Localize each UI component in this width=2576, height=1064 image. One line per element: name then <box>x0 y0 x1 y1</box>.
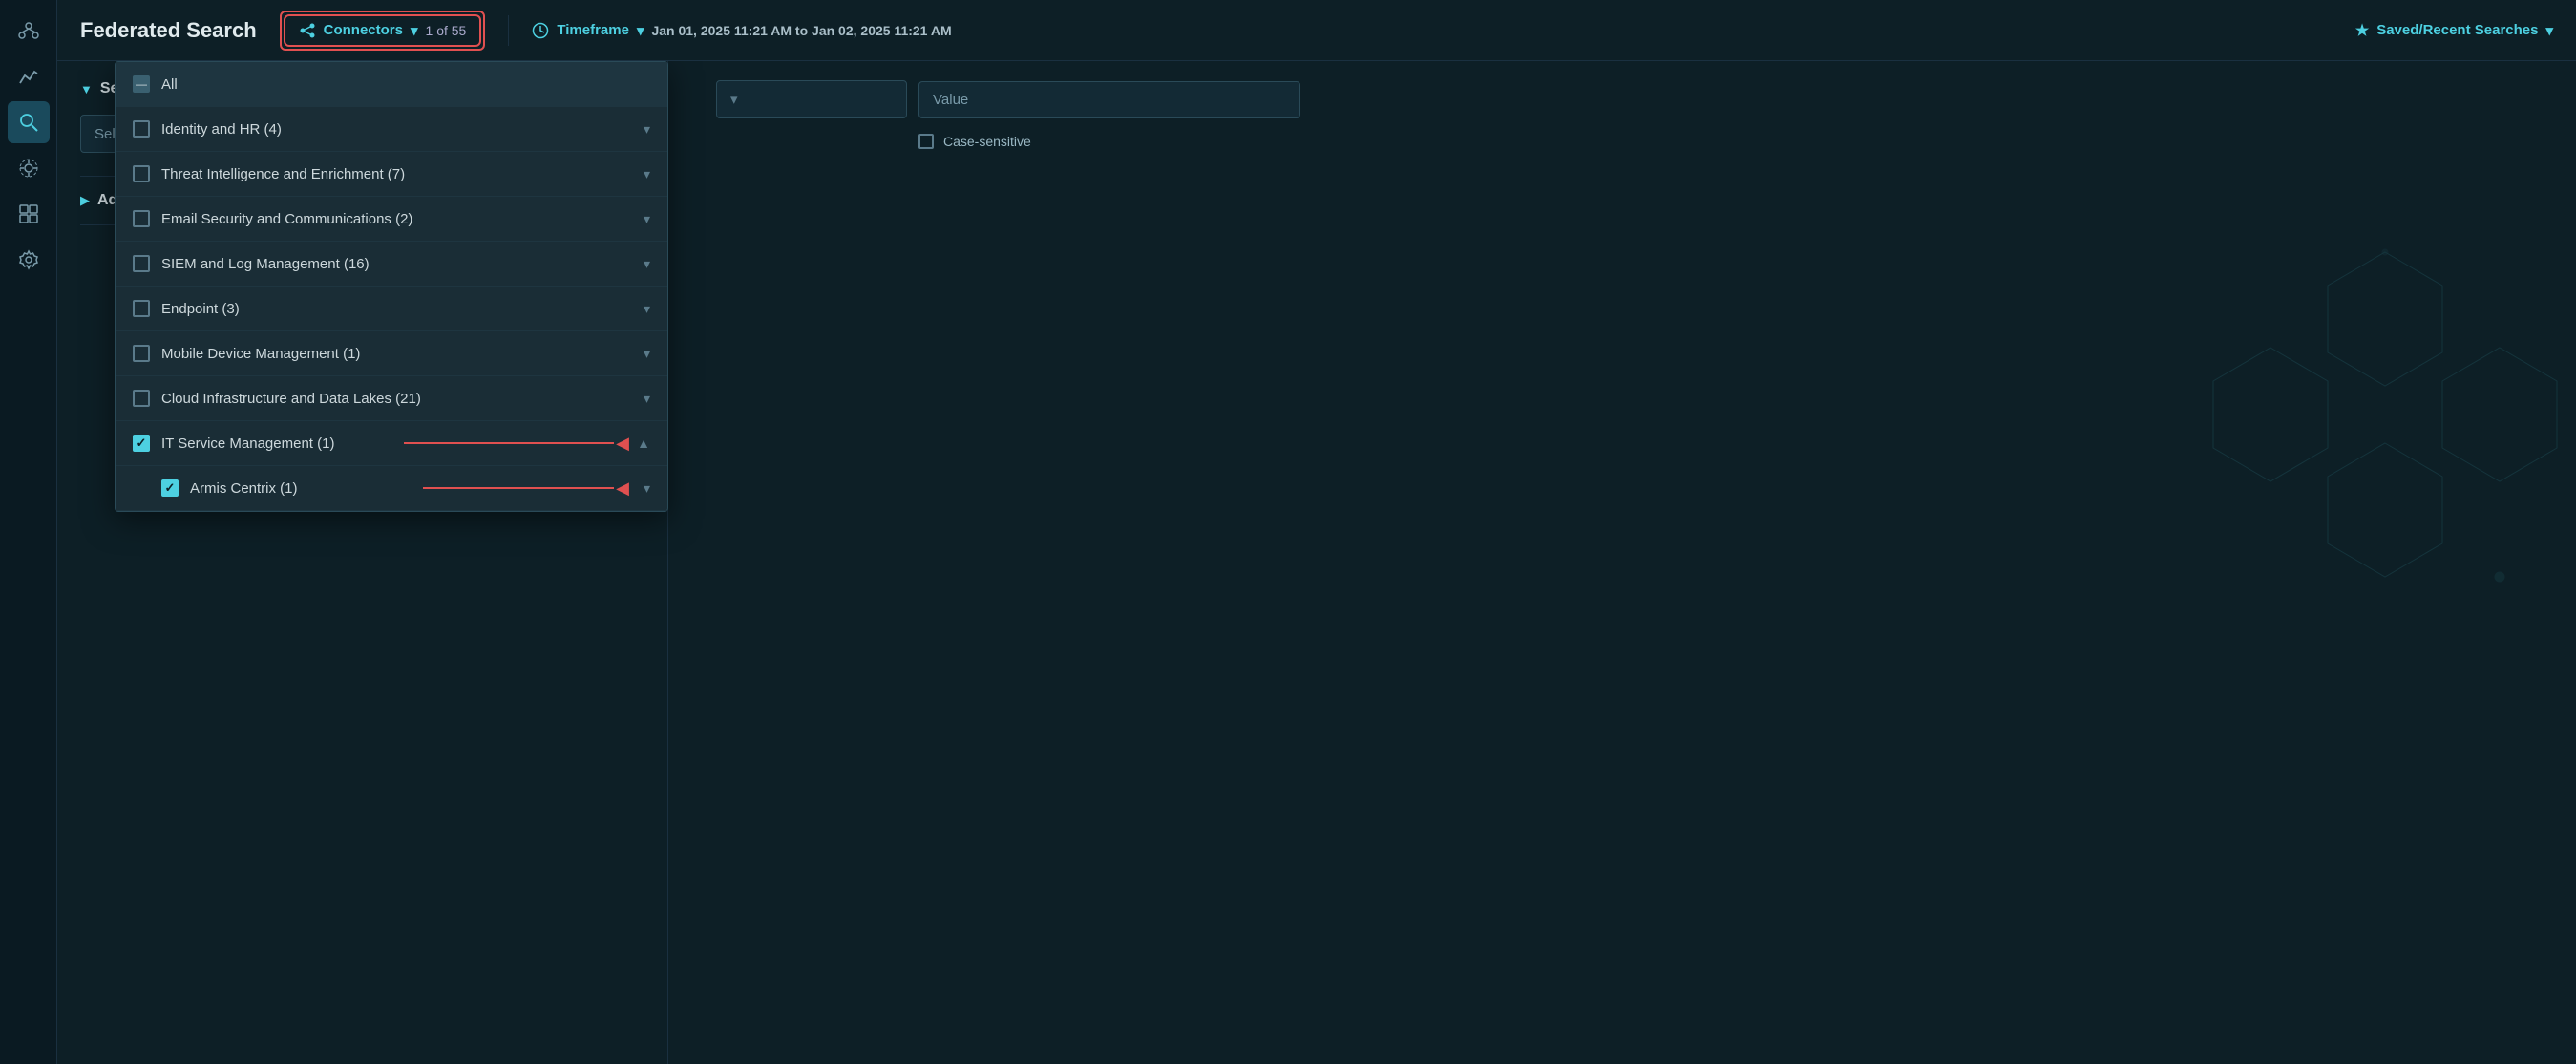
item-label-endpoint: Endpoint (3) <box>161 301 632 317</box>
checkbox-endpoint <box>133 300 150 317</box>
dropdown-item-endpoint[interactable]: Endpoint (3) ▾ <box>116 287 667 331</box>
timeframe-range: Jan 01, 2025 11:21 AM to Jan 02, 2025 11… <box>651 23 951 38</box>
timeframe-button[interactable]: Timeframe ▾ Jan 01, 2025 11:21 AM to Jan… <box>532 22 951 39</box>
sidebar-icon-settings[interactable] <box>8 239 50 281</box>
connectors-button[interactable]: Connectors ▾ 1 of 55 <box>284 14 482 47</box>
item-label-cloud: Cloud Infrastructure and Data Lakes (21) <box>161 391 632 407</box>
operator-dropdown[interactable]: ▾ <box>716 80 907 118</box>
advanced-options-chevron: ▶ <box>80 193 90 208</box>
item-label-armis: Armis Centrix (1) <box>190 480 632 497</box>
checkbox-siem <box>133 255 150 272</box>
expand-it-service: ▲ <box>637 436 650 451</box>
dropdown-item-mobile[interactable]: Mobile Device Management (1) ▾ <box>116 331 667 376</box>
timeframe-label: Timeframe <box>557 22 629 38</box>
sidebar-icon-analytics[interactable] <box>8 55 50 97</box>
topbar-divider-1 <box>508 15 509 46</box>
star-icon: ★ <box>2355 21 2369 40</box>
checkbox-email-security <box>133 210 150 227</box>
expand-siem: ▾ <box>644 256 650 272</box>
saved-searches-chevron: ▾ <box>2545 22 2553 39</box>
checkbox-mobile <box>133 345 150 362</box>
item-label-it-service: IT Service Management (1) <box>161 436 625 452</box>
right-panel: ▾ Value Case-sensitive <box>668 61 2576 1064</box>
item-label-threat-intel: Threat Intelligence and Enrichment (7) <box>161 166 632 182</box>
checkbox-armis: ✓ <box>161 479 179 497</box>
checkbox-threat-intel <box>133 165 150 182</box>
item-label-email-security: Email Security and Communications (2) <box>161 211 632 227</box>
value-placeholder: Value <box>933 92 968 108</box>
dropdown-item-armis[interactable]: ✓ Armis Centrix (1) ◀ ▾ <box>116 466 667 511</box>
saved-searches-button[interactable]: ★ Saved/Recent Searches ▾ <box>2355 21 2553 40</box>
search-criteria-chevron: ▼ <box>80 82 93 96</box>
sidebar-icon-search[interactable] <box>8 101 50 143</box>
item-label-mobile: Mobile Device Management (1) <box>161 346 632 362</box>
dropdown-item-identity-hr[interactable]: Identity and HR (4) ▾ <box>116 107 667 152</box>
operator-chevron: ▾ <box>730 92 738 108</box>
page-title: Federated Search <box>80 18 257 43</box>
dropdown-item-all[interactable]: — All <box>116 62 667 107</box>
expand-endpoint: ▾ <box>644 301 650 317</box>
connectors-count: 1 of 55 <box>426 23 467 38</box>
expand-armis: ▾ <box>644 480 650 497</box>
expand-email-security: ▾ <box>644 211 650 227</box>
dropdown-item-threat-intel[interactable]: Threat Intelligence and Enrichment (7) ▾ <box>116 152 667 197</box>
topbar: Federated Search Connectors ▾ 1 of 55 <box>57 0 2576 61</box>
sidebar-icon-graph[interactable] <box>8 10 50 52</box>
checkbox-it-service: ✓ <box>133 435 150 452</box>
checkbox-all: — <box>133 75 150 93</box>
dropdown-item-cloud[interactable]: Cloud Infrastructure and Data Lakes (21)… <box>116 376 667 421</box>
main-content: Federated Search Connectors ▾ 1 of 55 <box>57 0 2576 1064</box>
item-label-all: All <box>161 76 650 93</box>
expand-cloud: ▾ <box>644 391 650 407</box>
dropdown-item-siem[interactable]: SIEM and Log Management (16) ▾ <box>116 242 667 287</box>
content-area: ▼ Search Criteria Select an Entity ▾ ▶ A… <box>57 61 2576 1064</box>
case-sensitive-row: Case-sensitive <box>918 134 2547 149</box>
case-sensitive-checkbox[interactable] <box>918 134 934 149</box>
saved-searches-label: Saved/Recent Searches <box>2376 22 2538 38</box>
expand-threat-intel: ▾ <box>644 166 650 182</box>
item-label-identity-hr: Identity and HR (4) <box>161 121 632 138</box>
case-sensitive-label: Case-sensitive <box>943 134 1031 149</box>
sidebar-icon-puzzle[interactable] <box>8 193 50 235</box>
checkbox-identity-hr <box>133 120 150 138</box>
dropdown-item-email-security[interactable]: Email Security and Communications (2) ▾ <box>116 197 667 242</box>
value-field-row: ▾ Value <box>697 80 2547 118</box>
connectors-label: Connectors <box>324 22 403 38</box>
expand-identity-hr: ▾ <box>644 121 650 138</box>
item-label-siem: SIEM and Log Management (16) <box>161 256 632 272</box>
sidebar <box>0 0 57 1064</box>
connectors-wrapper: Connectors ▾ 1 of 55 <box>280 11 486 51</box>
checkbox-cloud <box>133 390 150 407</box>
value-input[interactable]: Value <box>918 81 1300 118</box>
clock-icon <box>532 22 549 39</box>
sidebar-icon-integrations[interactable] <box>8 147 50 189</box>
connectors-chevron: ▾ <box>411 22 418 39</box>
timeframe-chevron: ▾ <box>637 22 644 39</box>
expand-mobile: ▾ <box>644 346 650 362</box>
dropdown-item-it-service[interactable]: ✓ IT Service Management (1) ◀ ▲ <box>116 421 667 466</box>
connectors-icon <box>299 22 316 39</box>
connectors-dropdown: — All Identity and HR (4) ▾ Threat Intel… <box>115 61 668 512</box>
